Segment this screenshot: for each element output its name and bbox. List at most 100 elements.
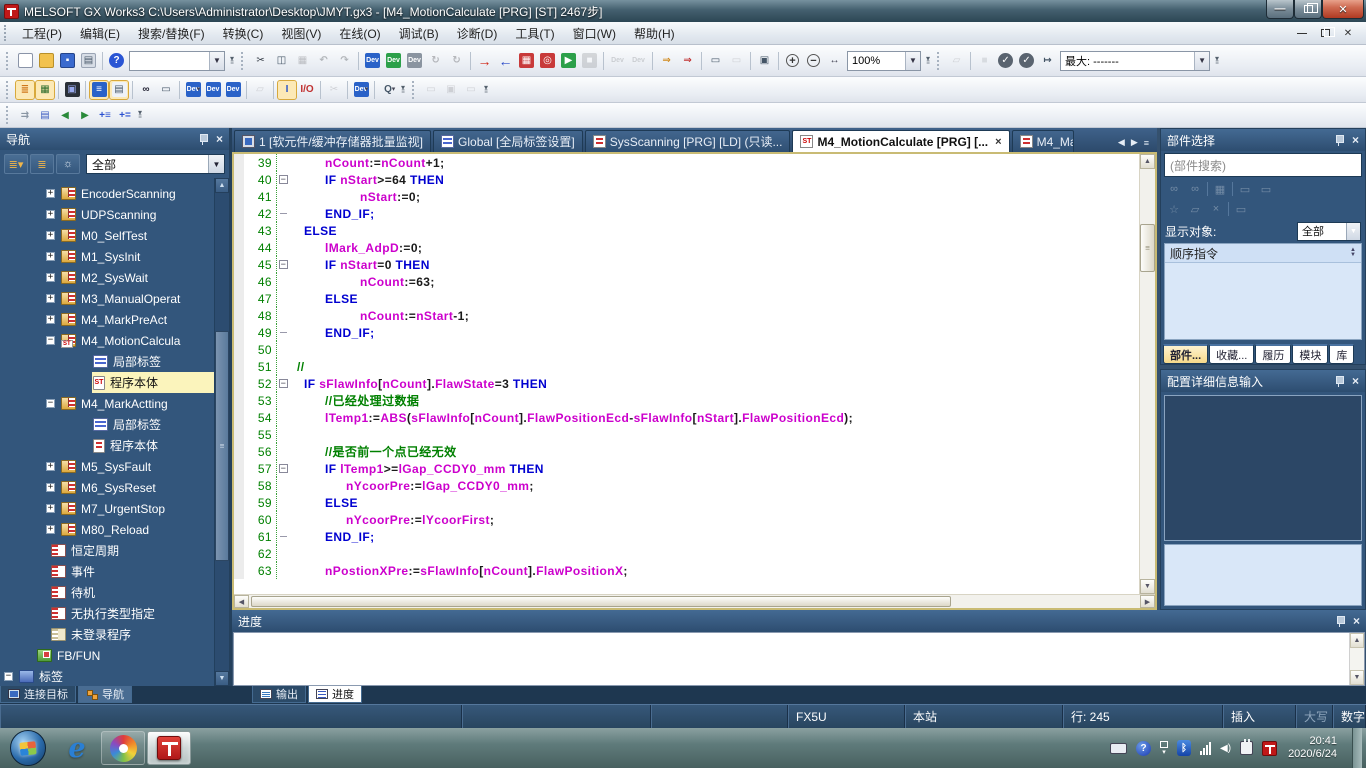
menu-c[interactable]: 转换(C): [214, 22, 273, 45]
document-tab-Global[interactable]: Global [全局标签设置]: [433, 130, 583, 152]
expand-icon[interactable]: +: [46, 462, 55, 471]
element-tab[interactable]: 模块: [1292, 344, 1328, 364]
element-tab[interactable]: 部件...: [1163, 344, 1208, 364]
progress-scrollbar[interactable]: ▲ ▼: [1349, 633, 1364, 685]
menu-t[interactable]: 工具(T): [506, 22, 563, 45]
tree-display-button[interactable]: ≣▾: [4, 154, 28, 174]
pin-icon[interactable]: [198, 133, 208, 145]
read-from-plc-icon[interactable]: ←: [496, 51, 515, 70]
dock-tab-nav[interactable]: 导航: [78, 686, 132, 703]
zoom-combo[interactable]: 100%▼: [847, 51, 921, 71]
mdi-restore-button[interactable]: [1315, 25, 1335, 41]
address-combo[interactable]: ▼: [129, 51, 225, 71]
menu-f[interactable]: 搜索/替换(F): [129, 22, 214, 45]
tree-item-[interactable]: ST程序本体: [0, 372, 214, 393]
watch-register-2-icon[interactable]: +=: [116, 106, 134, 124]
window-cascade-icon[interactable]: ▭: [706, 51, 725, 70]
cross-ref-prev-icon[interactable]: ◀: [56, 106, 74, 124]
device-comment-icon[interactable]: Dev▾: [184, 81, 202, 99]
tree-item-m7urgentstop[interactable]: +M7_UrgentStop: [0, 498, 214, 519]
tree-item-fbfun[interactable]: FB/FUN: [0, 645, 214, 666]
config-detail-input[interactable]: [1164, 544, 1362, 606]
scroll-right-icon[interactable]: ▶: [1140, 595, 1155, 608]
window-up-icon[interactable]: ▾: [1160, 741, 1168, 756]
document-tab-SysScanning[interactable]: SysScanning [PRG] [LD] (只读...: [585, 130, 791, 152]
scroll-up-icon[interactable]: ▲: [1350, 633, 1364, 648]
tree-item-m80reload[interactable]: +M80_Reload: [0, 519, 214, 540]
tree-item-encoderscanning[interactable]: +EncoderScanning: [0, 183, 214, 204]
document-tab-M4Ma[interactable]: M4_Ma: [1012, 130, 1074, 152]
expand-icon[interactable]: +: [46, 504, 55, 513]
dock-tab-monitor[interactable]: 连接目标: [0, 686, 76, 703]
taskbar-clock[interactable]: 20:41 2020/6/24: [1288, 735, 1337, 761]
scroll-down-icon[interactable]: ▼: [1350, 670, 1364, 685]
device-search-icon[interactable]: Q▾: [379, 81, 397, 99]
pin-icon[interactable]: [1335, 615, 1345, 627]
prog-editor-st-icon[interactable]: ▤: [110, 81, 128, 99]
taskbar-gxworks3-button[interactable]: [147, 731, 191, 765]
element-search-input[interactable]: (部件搜索): [1164, 153, 1362, 177]
tab-scroll-right-icon[interactable]: ▶: [1131, 137, 1138, 148]
fold-collapse-icon[interactable]: −: [279, 260, 288, 269]
list-item[interactable]: 顺序指令 ▲▼: [1165, 244, 1361, 263]
show-desktop-button[interactable]: [1352, 728, 1362, 768]
scroll-left-icon[interactable]: ◀: [234, 595, 249, 608]
nav-filter-combo[interactable]: 全部 ▼: [86, 154, 225, 174]
monitor-start-icon[interactable]: ▶: [559, 51, 578, 70]
write-to-plc-icon[interactable]: →: [475, 51, 494, 70]
pin-icon[interactable]: [1334, 134, 1344, 146]
element-tab[interactable]: 收藏...: [1209, 344, 1254, 364]
watch-register-1-icon[interactable]: +≡: [96, 106, 114, 124]
fold-collapse-icon[interactable]: −: [279, 379, 288, 388]
gear-icon[interactable]: ☼: [56, 154, 80, 174]
scroll-down-icon[interactable]: ▼: [215, 671, 229, 686]
tree-item-m0selftest[interactable]: +M0_SelfTest: [0, 225, 214, 246]
device-display-icon[interactable]: Dev▾: [352, 81, 370, 99]
tab-close-icon[interactable]: ×: [995, 136, 1001, 148]
tree-scrollbar[interactable]: ▲ ▼: [214, 178, 229, 686]
scroll-down-icon[interactable]: ▼: [1140, 579, 1155, 594]
editor-vscrollbar-thumb[interactable]: [1140, 224, 1155, 272]
collapse-icon[interactable]: −: [4, 672, 13, 681]
gx-tray-icon[interactable]: [1262, 741, 1277, 756]
io-check-icon[interactable]: I/O: [298, 81, 316, 99]
tree-item-m4markpreact[interactable]: +M4_MarkPreAct: [0, 309, 214, 330]
new-file-icon[interactable]: [16, 51, 35, 70]
toolbar-overflow-icon[interactable]: ▾≡: [401, 85, 405, 95]
tree-item-[interactable]: 局部标签: [0, 351, 214, 372]
mdi-minimize-button[interactable]: —: [1292, 25, 1312, 41]
menu-p[interactable]: 工程(P): [13, 22, 71, 45]
menu-b[interactable]: 调试(B): [390, 22, 448, 45]
unit-config-icon[interactable]: ▣: [63, 81, 81, 99]
dock-tab-output[interactable]: 输出: [252, 686, 306, 703]
tree-item-m1sysinit[interactable]: +M1_SysInit: [0, 246, 214, 267]
tree-item-[interactable]: 事件: [0, 561, 214, 582]
close-icon[interactable]: ×: [1352, 376, 1359, 386]
expand-icon[interactable]: +: [46, 189, 55, 198]
st-code-editor[interactable]: 39nCount:=nCount+1;40−IF nStart>=64 THEN…: [234, 154, 1139, 594]
close-button[interactable]: ✕: [1322, 0, 1364, 19]
element-tab[interactable]: 履历: [1255, 344, 1291, 364]
element-tab[interactable]: 库: [1329, 344, 1354, 364]
menu-e[interactable]: 编辑(E): [71, 22, 129, 45]
copy-icon[interactable]: ◫: [272, 51, 291, 70]
tree-collapse-button[interactable]: ≣: [30, 154, 54, 174]
fit-width-icon[interactable]: ↔: [825, 51, 844, 70]
tab-scroll-left-icon[interactable]: ◀: [1118, 137, 1125, 148]
toolbar-overflow-icon[interactable]: ▾≡: [484, 85, 488, 95]
menu-o[interactable]: 在线(O): [330, 22, 389, 45]
taskbar-ie-button[interactable]: e: [55, 731, 99, 765]
nav-window-toggle-icon[interactable]: ≣: [16, 81, 34, 99]
zoom-in-icon[interactable]: +: [783, 51, 802, 70]
toolbar-overflow-icon[interactable]: ▾≡: [230, 56, 234, 66]
tree-item-m4motioncalcula[interactable]: −M4_MotionCalcula: [0, 330, 214, 351]
document-tab-M4MotionCalculate[interactable]: STM4_MotionCalculate [PRG] [...×: [792, 130, 1009, 152]
collapse-icon[interactable]: −: [46, 336, 55, 345]
volume-icon[interactable]: ◀): [1220, 743, 1231, 754]
tree-item-m4markactting[interactable]: −M4_MarkActting: [0, 393, 214, 414]
tree-item-[interactable]: 待机: [0, 582, 214, 603]
expand-icon[interactable]: +: [46, 231, 55, 240]
expand-icon[interactable]: +: [46, 315, 55, 324]
spinner-icons[interactable]: ▲▼: [1350, 248, 1356, 258]
cut-icon[interactable]: ✂: [251, 51, 270, 70]
